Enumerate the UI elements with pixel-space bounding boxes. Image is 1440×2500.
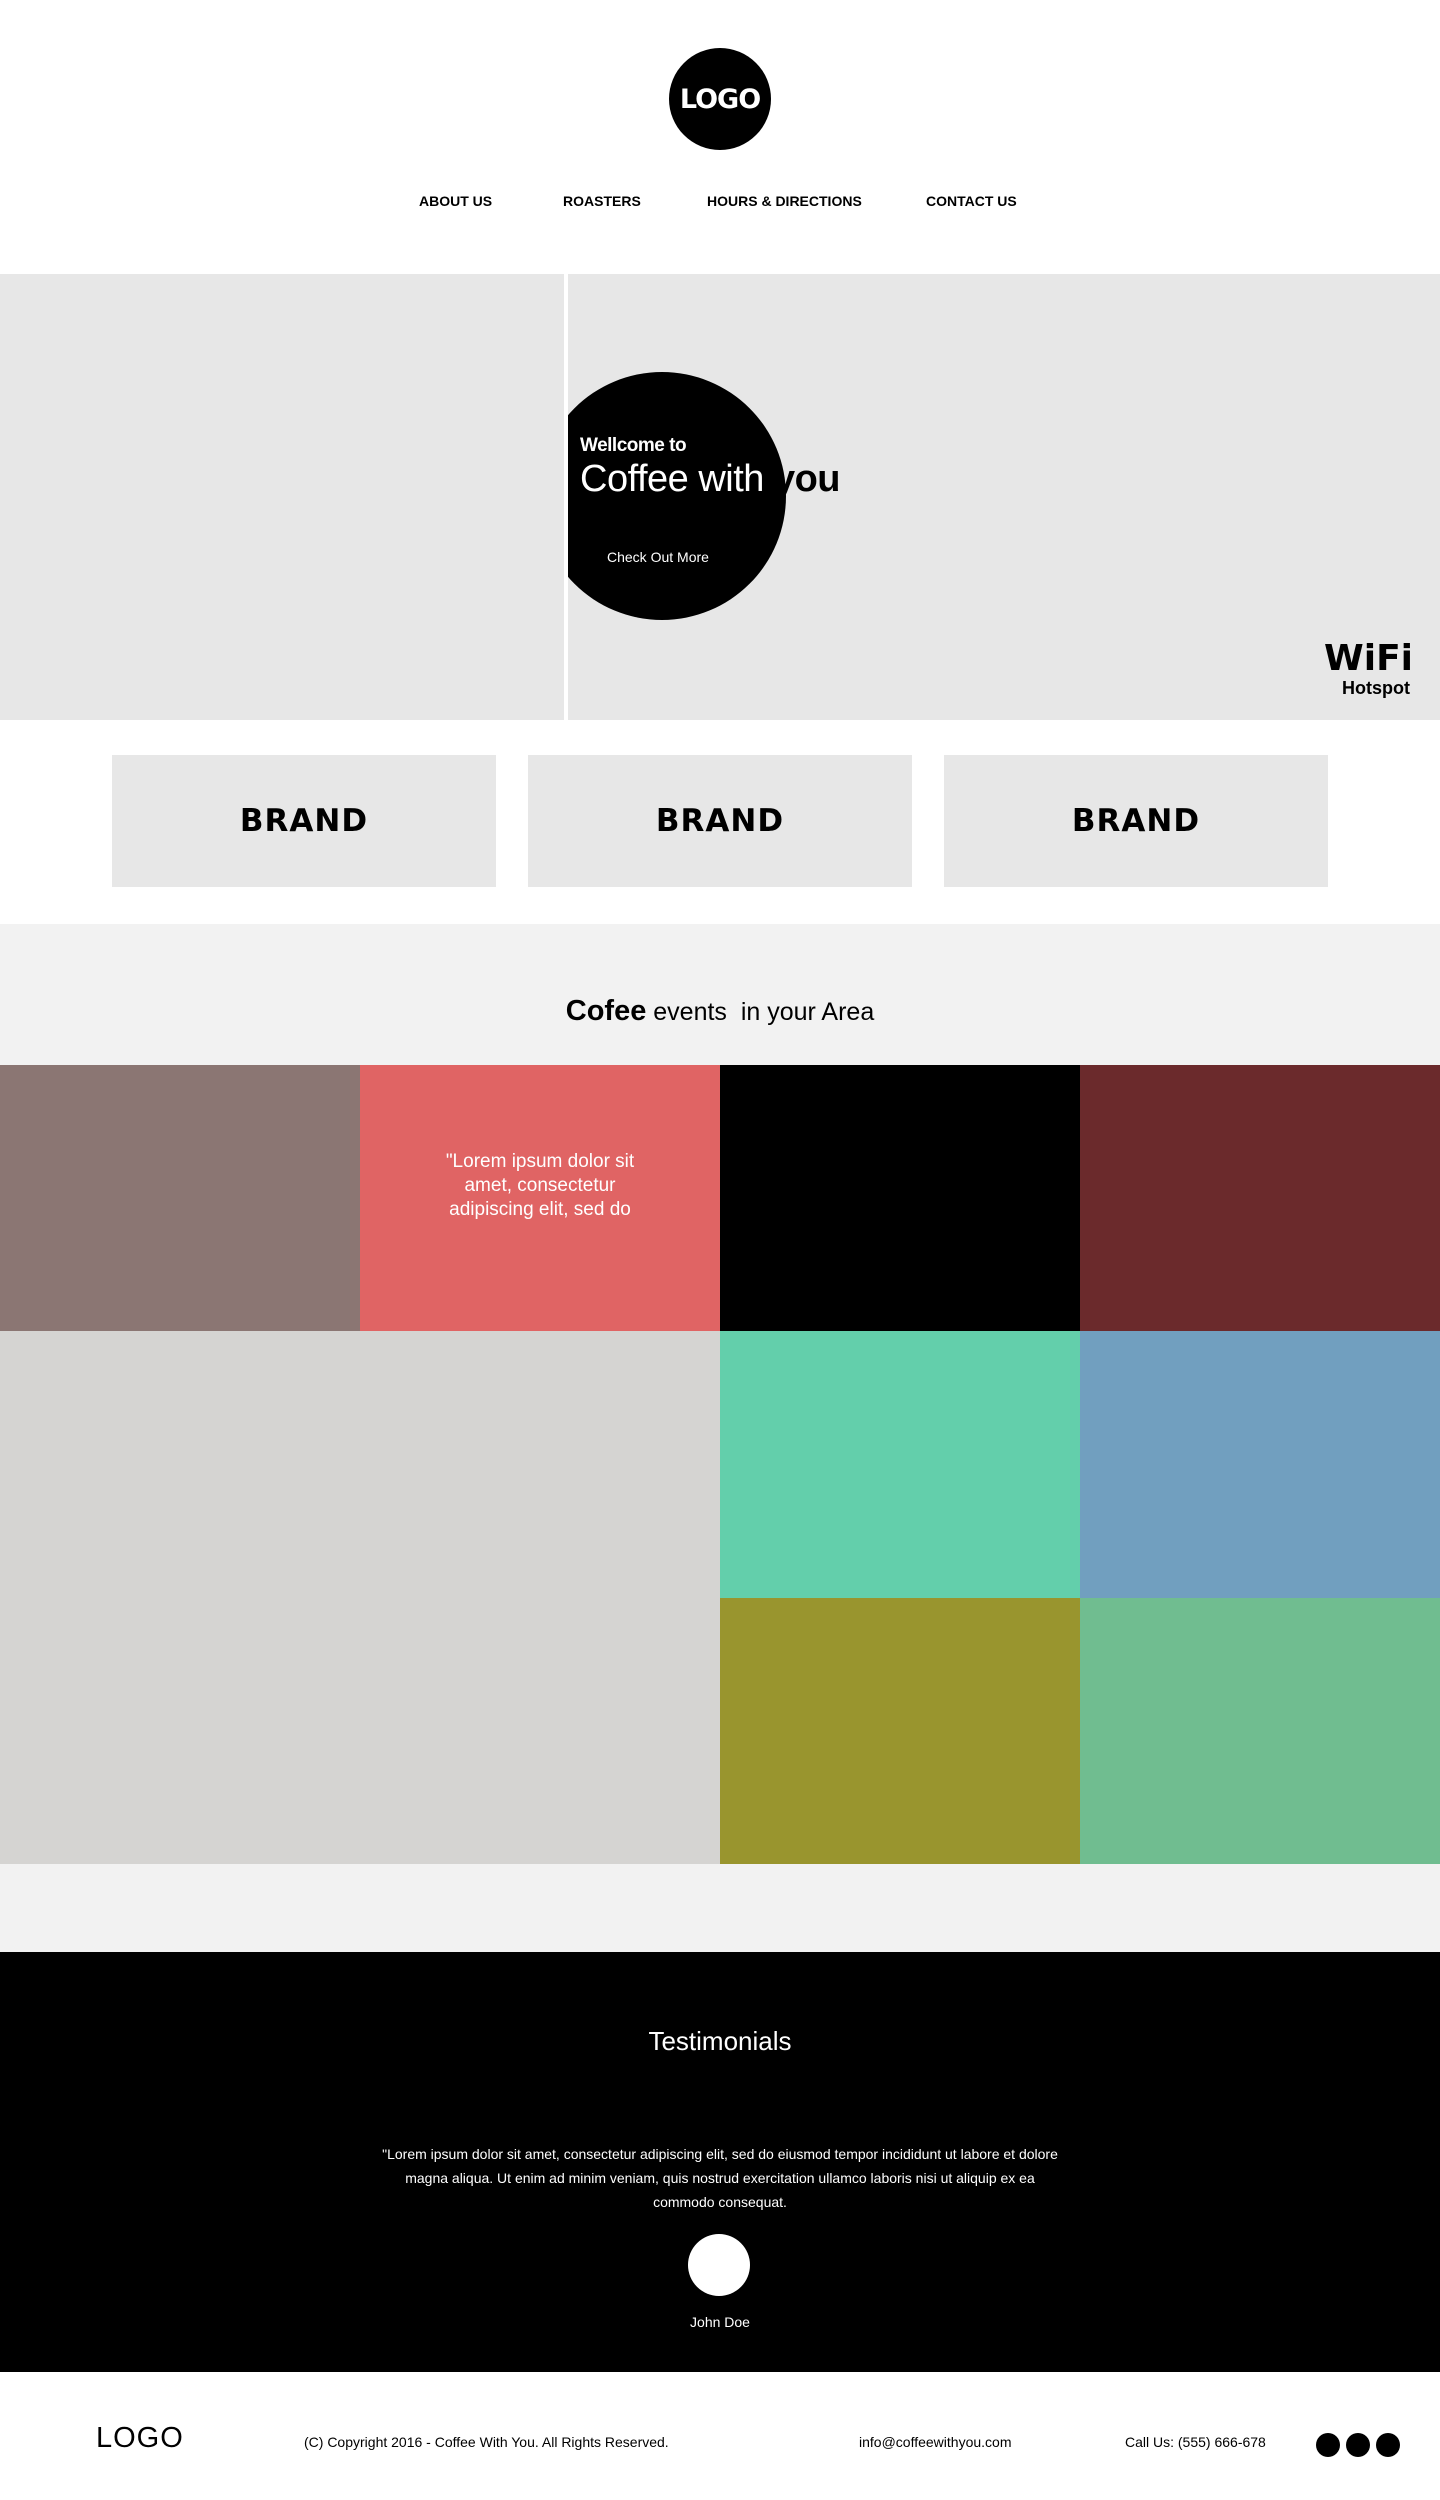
testimonial-author: John Doe xyxy=(690,2314,750,2330)
hero-divider xyxy=(564,274,568,720)
email-link[interactable]: info@coffeewithyou.com xyxy=(859,2434,1011,2450)
nav-about-us[interactable]: ABOUT US xyxy=(419,193,492,209)
check-out-more-link[interactable]: Check Out More xyxy=(607,549,709,565)
social-icon[interactable] xyxy=(1316,2433,1340,2457)
event-tile[interactable] xyxy=(1080,1598,1440,1864)
social-icon[interactable] xyxy=(1376,2433,1400,2457)
brands-section: BRAND BRAND BRAND xyxy=(0,720,1440,924)
hero-title: Coffee with you xyxy=(580,458,841,501)
logo[interactable]: LOGO xyxy=(669,48,771,150)
events-section: Cofee events in your Area "Lorem ipsum d… xyxy=(0,924,1440,1952)
hero-title-black: you xyxy=(763,458,841,500)
event-tile-large[interactable] xyxy=(0,1331,720,1864)
site-header: LOGO ABOUT US ROASTERS HOURS & DIRECTION… xyxy=(0,0,1440,274)
event-tile[interactable]: "Lorem ipsum dolor sit amet, consectetur… xyxy=(360,1065,720,1331)
event-tile[interactable] xyxy=(1080,1065,1440,1331)
avatar xyxy=(688,2234,750,2296)
wifi-hotspot-badge: WiFi Hotspot xyxy=(1324,638,1413,699)
hero-section: Wellcome to Coffee with you Check Out Mo… xyxy=(0,274,1440,720)
nav-contact-us[interactable]: CONTACT US xyxy=(926,193,1017,209)
footer-logo[interactable]: LOGO xyxy=(96,2422,184,2455)
events-title-rest: events in your Area xyxy=(646,998,875,1026)
site-footer: LOGO (C) Copyright 2016 - Coffee With Yo… xyxy=(0,2372,1440,2500)
testimonials-title: Testimonials xyxy=(648,2026,792,2056)
events-title-strong: Cofee xyxy=(565,995,647,1027)
event-tile[interactable] xyxy=(720,1065,1080,1331)
testimonial-quote: "Lorem ipsum dolor sit amet, consectetur… xyxy=(382,2146,1058,2210)
copyright-text: (C) Copyright 2016 - Coffee With You. Al… xyxy=(304,2434,669,2450)
social-icon[interactable] xyxy=(1346,2433,1370,2457)
nav-roasters[interactable]: ROASTERS xyxy=(563,193,641,209)
hero-title-white: Coffee with xyxy=(580,458,764,500)
phone-text: Call Us: (555) 666-678 xyxy=(1125,2434,1266,2450)
event-tile[interactable] xyxy=(720,1598,1080,1864)
testimonials-section: Testimonials "Lorem ipsum dolor sit amet… xyxy=(0,1952,1440,2372)
event-tile[interactable] xyxy=(1080,1331,1440,1598)
events-title: Cofee events in your Area xyxy=(0,995,1440,1028)
nav-hours-directions[interactable]: HOURS & DIRECTIONS xyxy=(707,193,862,209)
event-quote: "Lorem ipsum dolor sit amet, consectetur… xyxy=(445,1151,635,1220)
hero-left-panel-edge xyxy=(538,274,564,720)
hero-welcome-text: Wellcome to xyxy=(580,435,687,456)
event-tile[interactable] xyxy=(0,1065,360,1331)
wifi-subtitle: Hotspot xyxy=(1342,678,1410,698)
wifi-title: WiFi xyxy=(1324,638,1413,679)
brand-card[interactable]: BRAND xyxy=(528,755,912,887)
brand-card[interactable]: BRAND xyxy=(112,755,496,887)
brand-card[interactable]: BRAND xyxy=(944,755,1328,887)
event-tile[interactable] xyxy=(720,1331,1080,1598)
